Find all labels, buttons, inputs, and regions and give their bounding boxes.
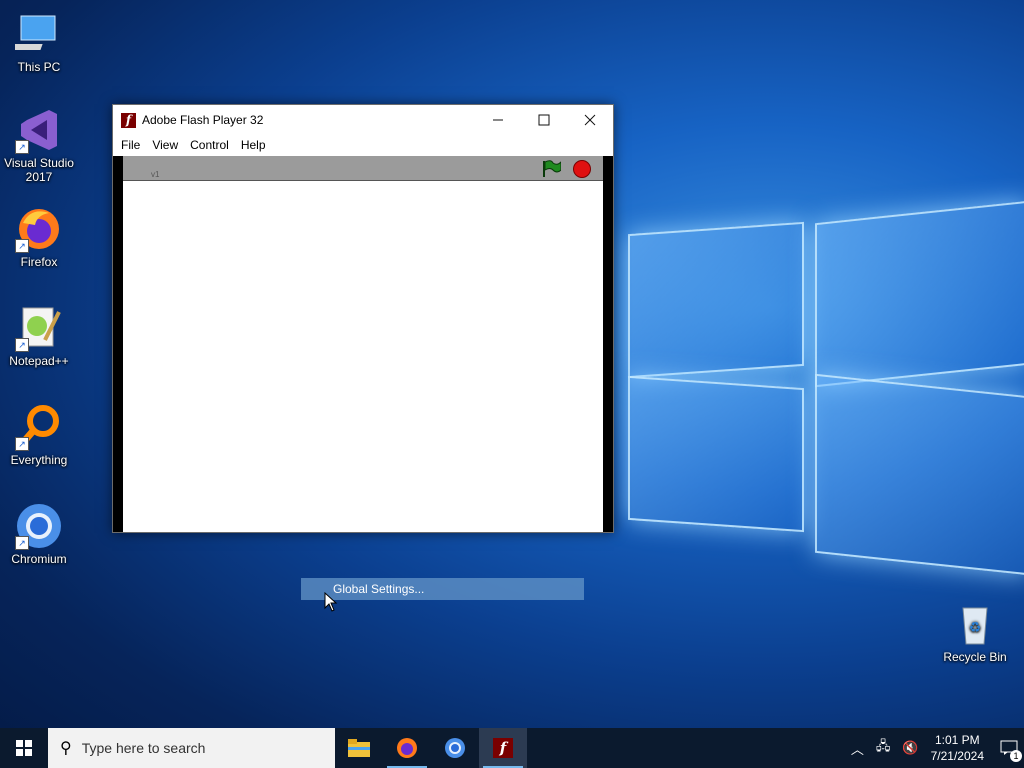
clock-time: 1:01 PM [934,733,980,747]
taskbar-chromium[interactable] [431,728,479,768]
recycle-bin-icon: ♻ [951,600,999,648]
desktop-icon-label: Everything [10,453,68,467]
stop-sign-icon[interactable] [573,160,591,178]
visual-studio-icon: ↗ [15,106,63,154]
desktop-icon-visual-studio[interactable]: ↗ Visual Studio 2017 [1,106,77,184]
system-tray: ︿ 🖧 🔇 1:01 PM 7/21/2024 1 [845,728,1024,768]
taskbar-file-explorer[interactable] [335,728,383,768]
chromium-icon [445,738,465,758]
green-flag-icon[interactable] [541,159,561,177]
chromium-icon: ↗ [15,502,63,550]
shortcut-arrow-icon: ↗ [15,140,29,154]
window-title: Adobe Flash Player 32 [142,113,264,127]
minimize-icon [493,119,503,121]
context-menu-global-settings[interactable]: Global Settings... [301,578,584,600]
desktop-icon-label: Firefox [20,255,58,269]
notepadpp-icon: ↗ [15,304,63,352]
desktop-icon-notepadpp[interactable]: ↗ Notepad++ [1,304,77,368]
minimize-button[interactable] [475,105,521,135]
desktop-icon-label: Visual Studio 2017 [4,156,74,184]
menu-file[interactable]: File [115,138,146,152]
action-center-button[interactable]: 1 [994,728,1024,768]
flash-player-window[interactable]: f Adobe Flash Player 32 File View Contro… [112,104,614,533]
clock[interactable]: 1:01 PM 7/21/2024 [931,732,984,764]
desktop-icon-label: Recycle Bin [943,650,1007,664]
desktop-icon-firefox[interactable]: ↗ Firefox [1,205,77,269]
network-icon[interactable]: 🖧 [876,737,891,759]
menu-help[interactable]: Help [235,138,272,152]
desktop-icon-label: Chromium [11,552,67,566]
everything-search-icon: ↗ [15,403,63,451]
notification-count: 1 [1010,750,1022,762]
stage-toolbar: v1 [123,156,603,181]
flash-icon: f [121,112,136,128]
chevron-up-icon[interactable]: ︿ [851,739,864,758]
mouse-cursor-icon [324,592,338,612]
flash-stage[interactable]: v1 [123,156,603,532]
desktop-icon-label: Notepad++ [9,354,69,368]
firefox-icon [397,738,417,758]
windows-logo-icon [16,740,32,756]
close-icon [584,114,596,126]
desktop-icon-this-pc[interactable]: This PC [1,10,77,74]
desktop-icon-chromium[interactable]: ↗ Chromium [1,502,77,566]
close-button[interactable] [567,105,613,135]
shortcut-arrow-icon: ↗ [15,437,29,451]
desktop-icon-recycle-bin[interactable]: ♻ Recycle Bin [937,600,1013,664]
flash-stage-frame: v1 [113,156,613,532]
taskbar-firefox[interactable] [383,728,431,768]
maximize-button[interactable] [521,105,567,135]
menu-view[interactable]: View [146,138,184,152]
taskbar-search-box[interactable]: ⚲ Type here to search [48,728,335,768]
desktop-icon-everything[interactable]: ↗ Everything [1,403,77,467]
shortcut-arrow-icon: ↗ [15,239,29,253]
search-placeholder: Type here to search [81,740,206,756]
folder-icon [348,739,370,757]
desktop-icon-label: This PC [17,60,61,74]
flash-icon: f [493,738,513,758]
taskbar-flash-player[interactable]: f [479,728,527,768]
taskbar: ⚲ Type here to search f ︿ 🖧 🔇 1:01 PM 7/… [0,728,1024,768]
shortcut-arrow-icon: ↗ [15,338,29,352]
svg-text:♻: ♻ [969,619,982,635]
title-bar[interactable]: f Adobe Flash Player 32 [113,105,613,135]
start-button[interactable] [0,728,48,768]
menu-bar: File View Control Help [113,135,613,155]
stage-faint-text: v1 [151,170,160,179]
firefox-icon: ↗ [15,205,63,253]
maximize-icon [538,114,550,126]
clock-date: 7/21/2024 [930,749,984,763]
search-icon: ⚲ [60,740,72,757]
shortcut-arrow-icon: ↗ [15,536,29,550]
volume-muted-icon[interactable]: 🔇 [902,740,918,756]
computer-icon [10,10,63,58]
menu-control[interactable]: Control [184,138,235,152]
